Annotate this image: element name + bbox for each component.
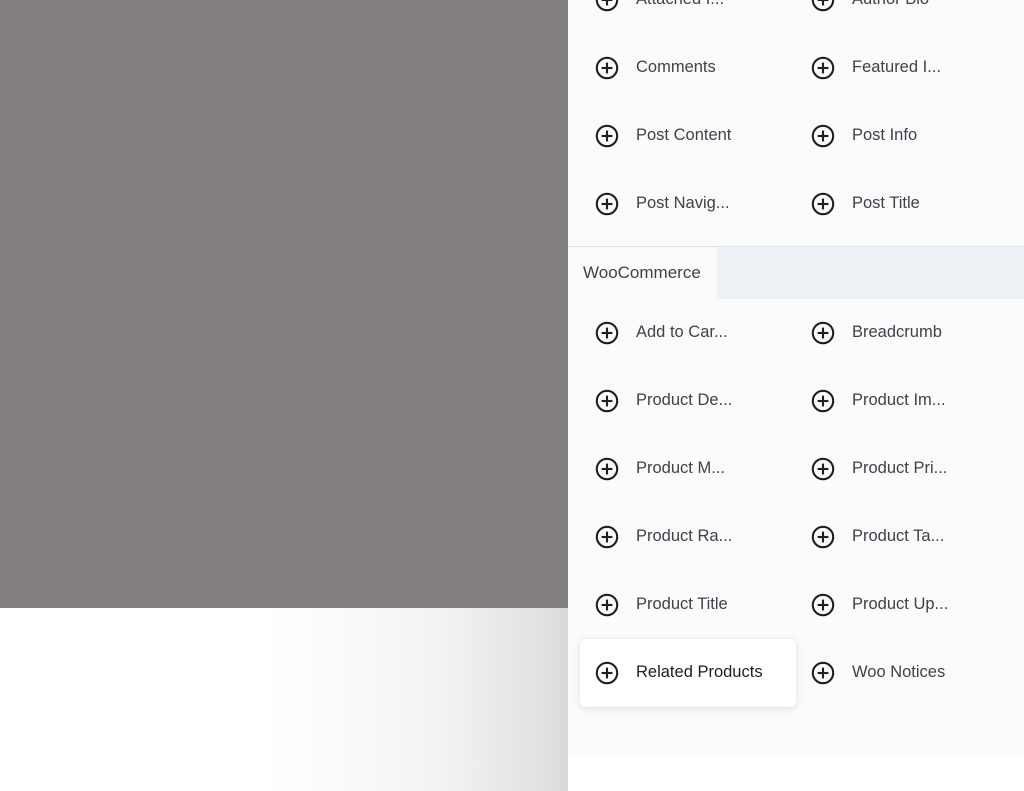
block-item-label: Post Content [636, 126, 732, 145]
block-item[interactable]: Add to Car... [580, 299, 796, 367]
block-item[interactable]: Product Ta... [796, 503, 1012, 571]
panel-bottom-spacer [568, 715, 1024, 755]
block-grid-woocommerce: Add to Car... Breadcrumb Product De... Prod… [568, 299, 1024, 715]
block-item-label: Featured I... [852, 58, 941, 77]
block-item[interactable]: Related Products [580, 639, 796, 707]
block-item-label: Comments [636, 58, 716, 77]
plus-circle-icon [810, 456, 836, 482]
block-item-label: Product M... [636, 459, 725, 478]
plus-circle-icon [810, 388, 836, 414]
block-item[interactable]: Breadcrumb [796, 299, 1012, 367]
block-category-theme: Attached I... Author Bio Comments Featured … [568, 0, 1024, 246]
block-item-label: Woo Notices [852, 663, 946, 682]
plus-circle-icon [594, 660, 620, 686]
block-item-label: Product Pri... [852, 459, 948, 478]
category-tab-woocommerce[interactable]: WooCommerce [568, 247, 717, 299]
block-item[interactable]: Post Navig... [580, 170, 796, 238]
plus-circle-icon [594, 55, 620, 81]
block-item[interactable]: Product Title [580, 571, 796, 639]
block-category-woocommerce: WooCommerce Add to Car... Breadcrumb Produc… [568, 246, 1024, 715]
block-inserter-panel: Attached I... Author Bio Comments Featured … [568, 0, 1024, 757]
block-item-label: Related Products [636, 663, 763, 682]
block-item[interactable]: Post Title [796, 170, 1012, 238]
plus-circle-icon [594, 592, 620, 618]
plus-circle-icon [594, 388, 620, 414]
category-header-strip [717, 247, 1024, 299]
plus-circle-icon [594, 123, 620, 149]
block-item[interactable]: Author Bio [796, 0, 1012, 34]
plus-circle-icon [594, 0, 620, 13]
block-item-label: Product Ta... [852, 527, 945, 546]
plus-circle-icon [810, 55, 836, 81]
panel-drop-shadow [0, 608, 568, 791]
block-item[interactable]: Post Info [796, 102, 1012, 170]
plus-circle-icon [594, 456, 620, 482]
block-item[interactable]: Woo Notices [796, 639, 1012, 707]
block-item[interactable]: Comments [580, 34, 796, 102]
plus-circle-icon [810, 524, 836, 550]
block-item[interactable]: Product Ra... [580, 503, 796, 571]
block-item[interactable]: Attached I... [580, 0, 796, 34]
block-item[interactable]: Product M... [580, 435, 796, 503]
block-item-label: Product Title [636, 595, 728, 614]
block-item[interactable]: Product Pri... [796, 435, 1012, 503]
block-item-label: Post Title [852, 194, 920, 213]
block-item[interactable]: Product Im... [796, 367, 1012, 435]
block-item-label: Product De... [636, 391, 733, 410]
block-item[interactable]: Post Content [580, 102, 796, 170]
block-item[interactable]: Featured I... [796, 34, 1012, 102]
block-item-label: Add to Car... [636, 323, 728, 342]
plus-circle-icon [810, 123, 836, 149]
block-item[interactable]: Product Up... [796, 571, 1012, 639]
category-tab-label: WooCommerce [583, 263, 701, 282]
plus-circle-icon [594, 524, 620, 550]
plus-circle-icon [810, 660, 836, 686]
screen-root: Attached I... Author Bio Comments Featured … [0, 0, 1024, 791]
block-item-label: Post Info [852, 126, 918, 145]
block-item-label: Post Navig... [636, 194, 730, 213]
plus-circle-icon [810, 191, 836, 217]
plus-circle-icon [810, 592, 836, 618]
plus-circle-icon [810, 320, 836, 346]
block-item-label: Author Bio [852, 0, 929, 11]
block-item-label: Product Im... [852, 391, 946, 410]
block-category-header-woocommerce: WooCommerce [568, 246, 1024, 299]
block-item-label: Product Up... [852, 595, 949, 614]
block-grid-theme: Attached I... Author Bio Comments Featured … [568, 0, 1024, 246]
plus-circle-icon [594, 191, 620, 217]
modal-scrim-overlay[interactable] [0, 0, 568, 608]
block-item-label: Breadcrumb [852, 323, 942, 342]
block-item-label: Attached I... [636, 0, 724, 11]
plus-circle-icon [810, 0, 836, 13]
plus-circle-icon [594, 320, 620, 346]
block-item-label: Product Ra... [636, 527, 733, 546]
block-item[interactable]: Product De... [580, 367, 796, 435]
